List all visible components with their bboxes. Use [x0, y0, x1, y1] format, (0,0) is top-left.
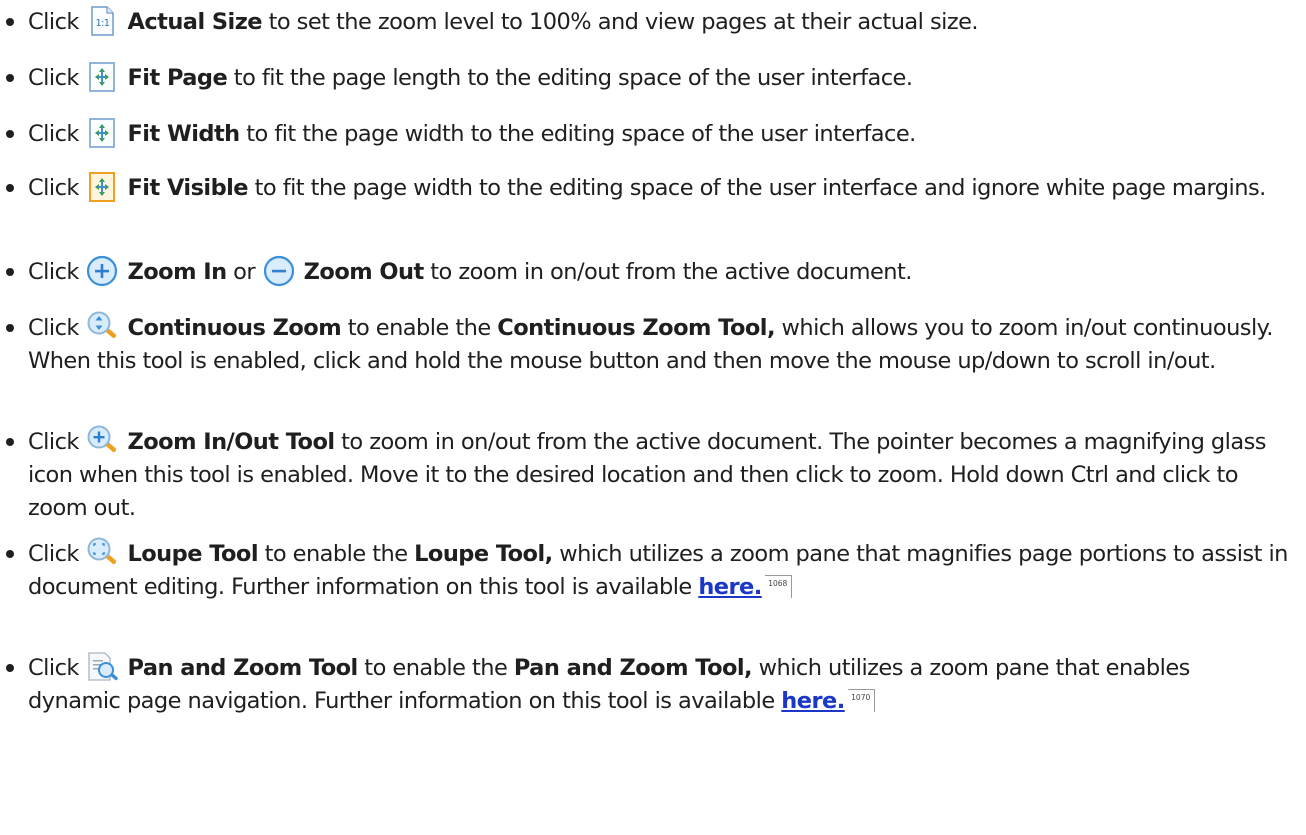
- help-document: Click 1:1 Actual Size to set the zoom le…: [0, 0, 1306, 835]
- click-word: Click: [28, 65, 79, 91]
- fit-page-icon[interactable]: [85, 60, 119, 94]
- list-item-loupe-tool: Click Loupe Tool to enable the Loupe Too…: [6, 536, 1288, 604]
- bullet: [6, 18, 14, 26]
- item-text-a: to enable the: [357, 655, 514, 681]
- zoom-out-label: Zoom Out: [303, 259, 425, 285]
- item-text: to set the zoom level to 100% and view p…: [261, 9, 979, 35]
- bullet: [6, 664, 14, 672]
- continuous-zoom-label: Continuous Zoom: [127, 315, 342, 341]
- click-word: Click: [28, 121, 79, 147]
- zoom-in-out-tool-icon[interactable]: [85, 424, 119, 458]
- fit-width-icon[interactable]: [85, 116, 119, 150]
- continuous-zoom-icon[interactable]: [85, 310, 119, 344]
- item-text: to fit the page width to the editing spa…: [248, 175, 1267, 201]
- item-text: to fit the page width to the editing spa…: [239, 121, 916, 147]
- click-word: Click: [28, 315, 79, 341]
- click-word: Click: [28, 541, 79, 567]
- bullet: [6, 184, 14, 192]
- zoom-out-icon[interactable]: [262, 254, 296, 288]
- page-reference[interactable]: 1070: [847, 689, 875, 712]
- click-word: Click: [28, 9, 79, 35]
- or-word: or: [226, 259, 262, 285]
- item-text-a: to enable the: [341, 315, 498, 341]
- loupe-tool-icon[interactable]: [85, 536, 119, 570]
- loupe-tool-label: Loupe Tool: [127, 541, 258, 567]
- pan-and-zoom-tool-icon[interactable]: [85, 650, 119, 684]
- zoom-in-out-tool-label: Zoom In/Out Tool: [127, 429, 335, 455]
- loupe-tool-bold-label: Loupe Tool,: [414, 541, 553, 567]
- item-text-a: to enable the: [257, 541, 415, 567]
- click-word: Click: [28, 655, 79, 681]
- bullet: [6, 74, 14, 82]
- click-word: Click: [28, 259, 79, 285]
- list-item-zoom-in-out: Click Zoom In or Zoom Out to zoom in on/…: [6, 254, 1288, 289]
- bullet: [6, 438, 14, 446]
- bullet: [6, 324, 14, 332]
- click-word: Click: [28, 429, 79, 455]
- bullet: [6, 268, 14, 276]
- zoom-in-icon[interactable]: [85, 254, 119, 288]
- pan-and-zoom-tool-label: Pan and Zoom Tool: [127, 655, 358, 681]
- list-item-fit-width: Click Fit Width to fit the page width to…: [6, 116, 1288, 151]
- list-item-zoom-in-out-tool: Click Zoom In/Out Tool to zoom in on/out…: [6, 424, 1288, 525]
- bullet: [6, 550, 14, 558]
- item-text: to zoom in on/out from the active docume…: [423, 259, 912, 285]
- page-reference[interactable]: 1068: [764, 575, 792, 598]
- actual-size-icon[interactable]: 1:1: [85, 4, 119, 38]
- zoom-in-label: Zoom In: [127, 259, 227, 285]
- pan-and-zoom-tool-bold-label: Pan and Zoom Tool,: [513, 655, 753, 681]
- bullet: [6, 130, 14, 138]
- actual-size-label: Actual Size: [127, 9, 262, 35]
- continuous-zoom-tool-label: Continuous Zoom Tool,: [497, 315, 775, 341]
- click-word: Click: [28, 175, 79, 201]
- svg-text:1:1: 1:1: [96, 18, 110, 29]
- list-item-fit-visible: Click Fit Visible to fit the page width …: [6, 170, 1288, 205]
- list-item-pan-and-zoom-tool: Click Pan and Zoom Tool to enable the Pa…: [6, 650, 1288, 718]
- list-item-actual-size: Click 1:1 Actual Size to set the zoom le…: [6, 4, 1288, 39]
- fit-visible-icon[interactable]: [85, 170, 119, 204]
- fit-visible-label: Fit Visible: [127, 175, 249, 201]
- item-text: to fit the page length to the editing sp…: [227, 65, 913, 91]
- list-item-continuous-zoom: Click Continuous Zoom to enable the Cont…: [6, 310, 1288, 378]
- here-link[interactable]: here.: [698, 574, 762, 600]
- fit-page-label: Fit Page: [127, 65, 228, 91]
- fit-width-label: Fit Width: [127, 121, 240, 147]
- list-item-fit-page: Click Fit Page to fit the page length to…: [6, 60, 1288, 95]
- here-link[interactable]: here.: [781, 688, 845, 714]
